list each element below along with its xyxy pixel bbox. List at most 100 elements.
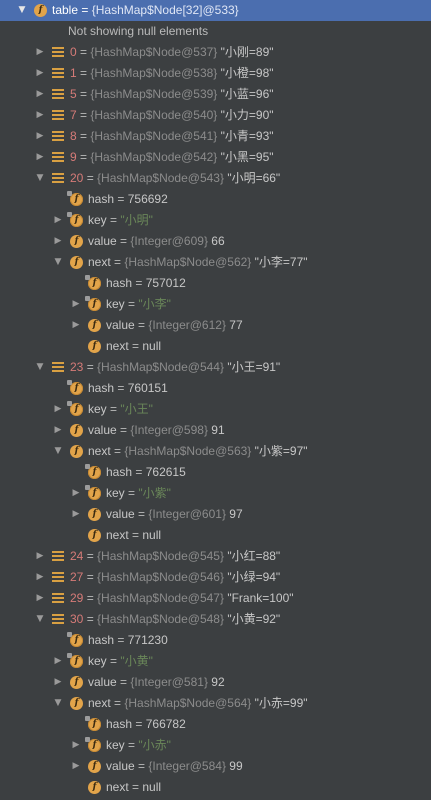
- node-value: 66: [207, 234, 225, 248]
- node-text: hash = 760151: [88, 378, 168, 399]
- equals-sign: =: [124, 486, 139, 500]
- tree-node-hash[interactable]: f hash = 760151: [0, 378, 431, 399]
- node-text: next = {HashMap$Node@564} "小赤=99": [88, 693, 308, 714]
- equals-sign: =: [132, 717, 146, 731]
- array-element-icon: [52, 173, 64, 184]
- node-type: {HashMap$Node@538}: [90, 66, 218, 80]
- expand-arrow-icon[interactable]: ▶: [34, 63, 46, 84]
- tree-node-30[interactable]: ▼ 30 = {HashMap$Node@548} "小黄=92": [0, 609, 431, 630]
- equals-sign: =: [116, 423, 131, 437]
- expand-arrow-icon[interactable]: ▶: [34, 126, 46, 147]
- tree-node-23[interactable]: ▼ 23 = {HashMap$Node@544} "小王=91": [0, 357, 431, 378]
- string-value: "小黄": [120, 654, 153, 668]
- node-type: {HashMap$Node@543}: [97, 171, 224, 185]
- tree-node-hash[interactable]: f hash = 757012: [0, 273, 431, 294]
- tree-node-20[interactable]: ▼ 20 = {HashMap$Node@543} "小明=66": [0, 168, 431, 189]
- tree-node-table[interactable]: ▼ f table = {HashMap$Node[32]@533}: [0, 0, 431, 21]
- expand-arrow-icon[interactable]: ▶: [70, 483, 82, 504]
- field-icon: f: [85, 485, 101, 500]
- collapse-arrow-icon[interactable]: ▼: [34, 357, 46, 378]
- equals-sign: =: [134, 759, 149, 773]
- collapse-arrow-icon[interactable]: ▼: [52, 252, 64, 273]
- tree-node-7[interactable]: ▶ 7 = {HashMap$Node@540} "小力=90": [0, 105, 431, 126]
- tree-node-0[interactable]: ▶ 0 = {HashMap$Node@537} "小刚=89": [0, 42, 431, 63]
- expand-arrow-icon[interactable]: ▶: [70, 756, 82, 777]
- collapse-arrow-icon[interactable]: ▼: [52, 693, 64, 714]
- expand-arrow-icon[interactable]: ▶: [52, 420, 64, 441]
- tree-node-key[interactable]: ▶ f key = "小明": [0, 210, 431, 231]
- node-value: "小青=93": [217, 129, 274, 143]
- node-name: value: [88, 234, 117, 248]
- node-type: {Integer@584}: [148, 759, 226, 773]
- expand-arrow-icon[interactable]: ▶: [34, 588, 46, 609]
- tree-node-value[interactable]: ▶ f value = {Integer@612} 77: [0, 315, 431, 336]
- node-value: null: [142, 780, 162, 794]
- node-name: 9: [70, 150, 77, 164]
- tree-node-key[interactable]: ▶ f key = "小紫": [0, 483, 431, 504]
- node-name: hash: [106, 717, 133, 731]
- tree-node-1[interactable]: ▶ 1 = {HashMap$Node@538} "小橙=98": [0, 63, 431, 84]
- node-value: 766782: [145, 717, 186, 731]
- collapse-arrow-icon[interactable]: ▼: [52, 441, 64, 462]
- node-text: next = null: [106, 777, 161, 798]
- tree-node-value[interactable]: ▶ f value = {Integer@584} 99: [0, 756, 431, 777]
- expand-arrow-icon[interactable]: ▶: [52, 231, 64, 252]
- tree-node-24[interactable]: ▶ 24 = {HashMap$Node@545} "小红=88": [0, 546, 431, 567]
- tree-node-value[interactable]: ▶ f value = {Integer@581} 92: [0, 672, 431, 693]
- tree-node-key[interactable]: ▶ f key = "小黄": [0, 651, 431, 672]
- tree-node-key[interactable]: ▶ f key = "小李": [0, 294, 431, 315]
- expand-arrow-icon[interactable]: ▶: [52, 210, 64, 231]
- tree-node-9[interactable]: ▶ 9 = {HashMap$Node@542} "小黑=95": [0, 147, 431, 168]
- tree-node-value[interactable]: ▶ f value = {Integer@601} 97: [0, 504, 431, 525]
- expand-arrow-icon[interactable]: ▶: [52, 651, 64, 672]
- tree-node-hash[interactable]: f hash = 771230: [0, 630, 431, 651]
- expand-arrow-icon[interactable]: ▶: [52, 672, 64, 693]
- tree-node-value[interactable]: ▶ f value = {Integer@609} 66: [0, 231, 431, 252]
- string-value: "小赤": [138, 738, 171, 752]
- tree-node-5[interactable]: ▶ 5 = {HashMap$Node@539} "小蓝=96": [0, 84, 431, 105]
- expand-arrow-icon[interactable]: ▶: [34, 546, 46, 567]
- expand-arrow-icon[interactable]: ▶: [34, 105, 46, 126]
- collapse-arrow-icon[interactable]: ▼: [16, 0, 28, 21]
- tree-node-next[interactable]: f next = null: [0, 336, 431, 357]
- node-text: hash = 762615: [106, 462, 186, 483]
- expand-arrow-icon[interactable]: ▶: [70, 315, 82, 336]
- expand-arrow-icon[interactable]: ▶: [70, 504, 82, 525]
- expand-arrow-icon[interactable]: ▶: [70, 294, 82, 315]
- tree-node-27[interactable]: ▶ 27 = {HashMap$Node@546} "小绿=94": [0, 567, 431, 588]
- expand-arrow-icon[interactable]: ▶: [34, 147, 46, 168]
- node-name: 20: [70, 171, 84, 185]
- expand-arrow-icon[interactable]: ▶: [34, 42, 46, 63]
- node-value: 91: [207, 423, 225, 437]
- expand-arrow-icon[interactable]: ▶: [34, 567, 46, 588]
- info-row[interactable]: Not showing null elements: [0, 21, 431, 42]
- equals-sign: =: [83, 570, 98, 584]
- expand-arrow-icon[interactable]: ▶: [70, 735, 82, 756]
- tree-node-8[interactable]: ▶ 8 = {HashMap$Node@541} "小青=93": [0, 126, 431, 147]
- tree-node-value[interactable]: ▶ f value = {Integer@598} 91: [0, 420, 431, 441]
- node-text: 7 = {HashMap$Node@540} "小力=90": [70, 105, 274, 126]
- final-lock-icon: [85, 296, 90, 301]
- tree-node-next[interactable]: f next = null: [0, 777, 431, 798]
- equals-sign: =: [134, 507, 149, 521]
- expand-arrow-icon[interactable]: ▶: [52, 399, 64, 420]
- tree-node-29[interactable]: ▶ 29 = {HashMap$Node@547} "Frank=100": [0, 588, 431, 609]
- field-icon: f: [67, 212, 83, 227]
- tree-node-next[interactable]: ▼ f next = {HashMap$Node@564} "小赤=99": [0, 693, 431, 714]
- tree-node-next[interactable]: ▼ f next = {HashMap$Node@562} "小李=77": [0, 252, 431, 273]
- array-element-icon: [52, 551, 64, 562]
- equals-sign: =: [114, 192, 128, 206]
- collapse-arrow-icon[interactable]: ▼: [34, 168, 46, 189]
- node-text: 5 = {HashMap$Node@539} "小蓝=96": [70, 84, 274, 105]
- tree-node-hash[interactable]: f hash = 762615: [0, 462, 431, 483]
- collapse-arrow-icon[interactable]: ▼: [34, 609, 46, 630]
- tree-node-next[interactable]: f next = null: [0, 525, 431, 546]
- tree-node-key[interactable]: ▶ f key = "小赤": [0, 735, 431, 756]
- tree-node-hash[interactable]: f hash = 756692: [0, 189, 431, 210]
- expand-arrow-icon[interactable]: ▶: [34, 84, 46, 105]
- tree-node-key[interactable]: ▶ f key = "小王": [0, 399, 431, 420]
- tree-node-hash[interactable]: f hash = 766782: [0, 714, 431, 735]
- field-icon: f: [88, 529, 101, 542]
- tree-node-next[interactable]: ▼ f next = {HashMap$Node@563} "小紫=97": [0, 441, 431, 462]
- field-icon: f: [67, 632, 83, 647]
